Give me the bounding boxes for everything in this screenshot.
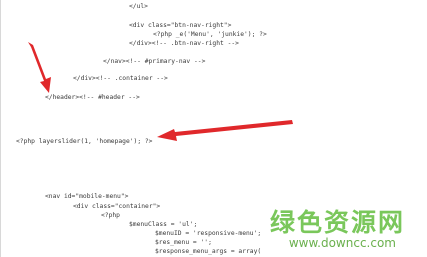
code-line: <nav id="mobile-menu"> — [45, 193, 129, 200]
code-line: <div class="btn-nav-right"> — [129, 22, 232, 29]
code-line: <div class="container"> — [73, 203, 161, 210]
code-line: <?php layerslider(1, 'homepage'); ?> — [16, 138, 153, 145]
code-line: </div><!-- .btn-nav-right --> — [129, 40, 239, 47]
watermark-url: www.downcc.com — [288, 236, 396, 250]
code-line: <?php _e('Menu', 'junkie'); ?> — [153, 31, 267, 38]
code-line: $res_menu = ''; — [155, 239, 212, 246]
code-line: $response_menu_args = array( — [155, 248, 262, 255]
code-line: <?php — [101, 212, 120, 219]
code-line: </nav><!-- #primary-nav --> — [103, 58, 206, 65]
watermark-text: 绿色资源网 — [269, 208, 405, 237]
code-line: $menuClass = 'ul'; — [129, 221, 198, 228]
code-line: $menuID = 'responsive-menu'; — [155, 230, 262, 237]
code-line: </ul> — [129, 3, 148, 10]
code-line: </div><!-- .container --> — [73, 75, 168, 82]
code-line: </header><!-- #header --> — [45, 94, 140, 101]
